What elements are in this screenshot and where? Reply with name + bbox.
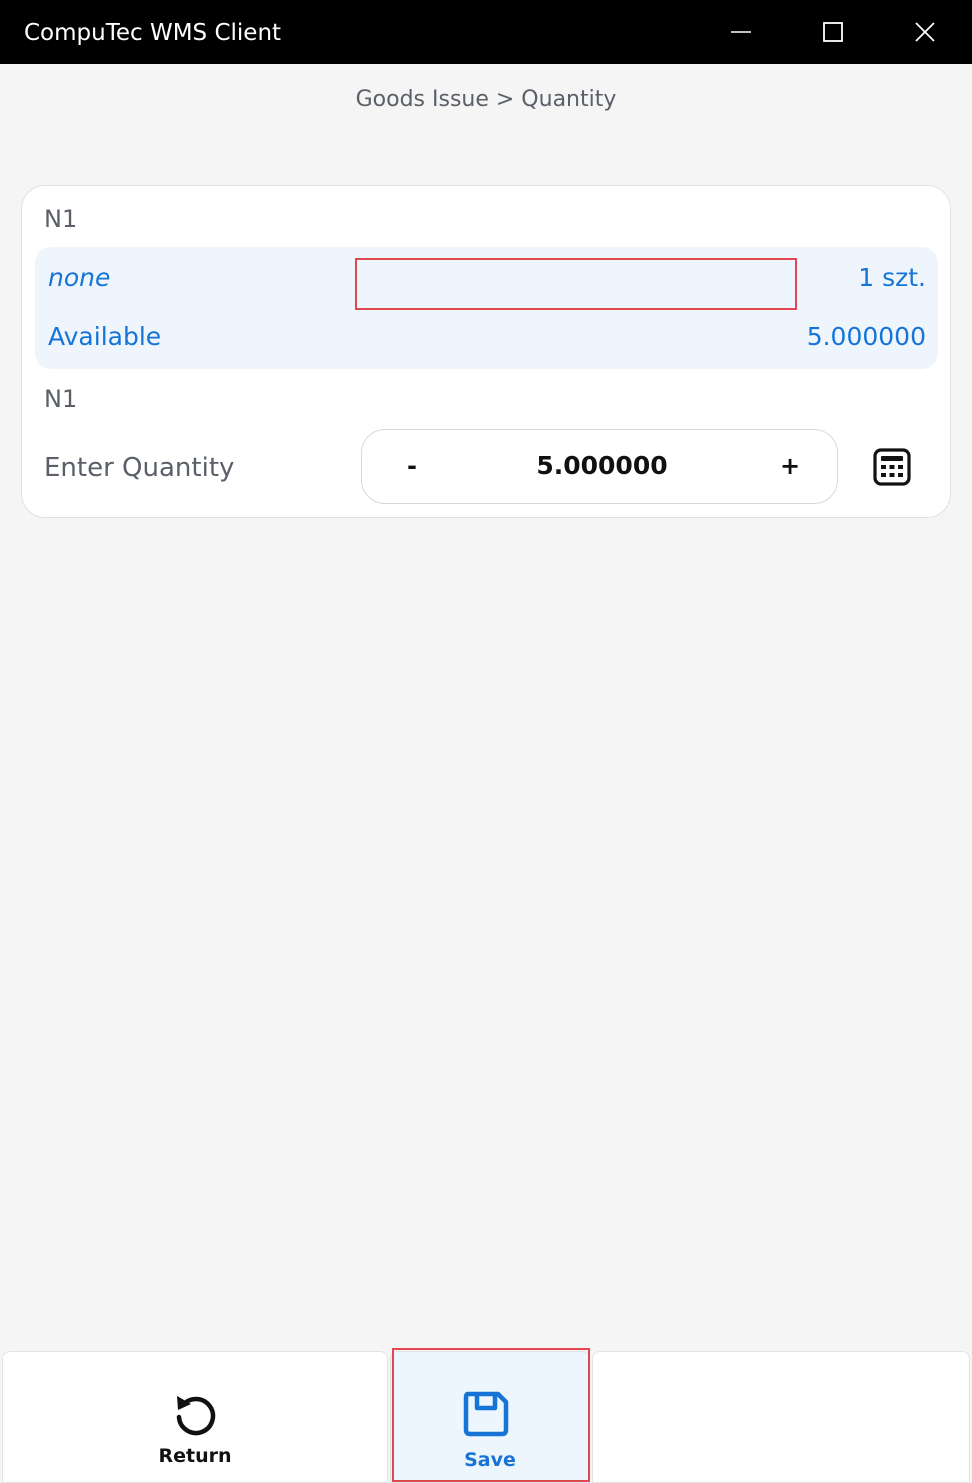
bottom-bar: Return Save — [0, 1343, 972, 1483]
quantity-card: N1 none 1 szt. Available 5.000000 N1 Ent… — [21, 185, 951, 518]
increment-button[interactable]: + — [776, 446, 804, 486]
floppy-disk-icon — [463, 1391, 509, 1437]
batch-info-panel: none 1 szt. Available 5.000000 — [35, 247, 938, 369]
item-code-secondary: N1 — [44, 385, 78, 413]
maximize-button[interactable] — [811, 10, 855, 54]
save-button[interactable]: Save — [390, 1351, 590, 1483]
batch-value: none — [48, 263, 111, 292]
minimize-button[interactable] — [719, 10, 763, 54]
available-label: Available — [48, 322, 162, 351]
decrement-button[interactable]: - — [398, 446, 426, 486]
save-label: Save — [464, 1449, 516, 1471]
return-button[interactable]: Return — [2, 1351, 388, 1483]
item-code: N1 — [44, 205, 78, 233]
uom-value: 1 szt. — [858, 263, 926, 292]
available-value: 5.000000 — [806, 322, 926, 351]
minimize-icon — [731, 31, 751, 33]
quantity-label: Enter Quantity — [44, 453, 235, 483]
maximize-icon — [823, 22, 843, 42]
quantity-stepper: - 5.000000 + — [361, 429, 838, 504]
quantity-input[interactable]: 5.000000 — [452, 446, 752, 486]
refresh-icon — [176, 1396, 216, 1436]
calculator-icon[interactable] — [873, 448, 911, 486]
window-title: CompuTec WMS Client — [24, 20, 282, 46]
breadcrumb: Goods Issue > Quantity — [355, 87, 617, 112]
empty-action-slot — [592, 1351, 970, 1483]
close-icon — [915, 22, 935, 42]
close-button[interactable] — [903, 10, 947, 54]
title-bar: CompuTec WMS Client — [0, 0, 972, 64]
return-label: Return — [158, 1445, 232, 1467]
